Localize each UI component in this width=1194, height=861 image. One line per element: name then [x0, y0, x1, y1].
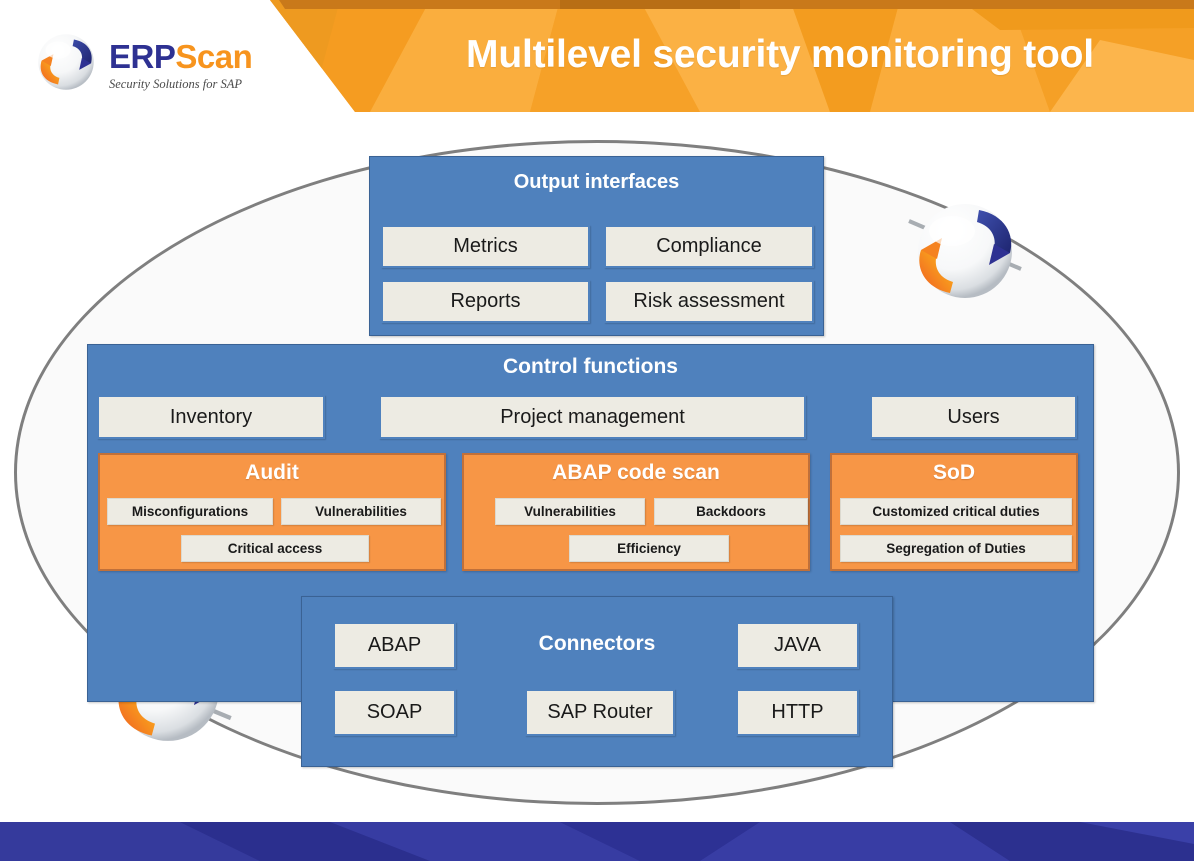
module-sod: SoD Customized critical duties Segregati… — [830, 453, 1078, 571]
module-sod-title: SoD — [933, 461, 975, 484]
module-audit-title: Audit — [245, 461, 299, 484]
cell-soap[interactable]: SOAP — [333, 689, 456, 736]
cell-segregation-of-duties[interactable]: Segregation of Duties — [840, 535, 1072, 562]
module-audit: Audit Misconfigurations Vulnerabilities … — [98, 453, 446, 571]
erpscan-sphere-icon — [905, 195, 1025, 320]
cell-critical-access[interactable]: Critical access — [181, 535, 369, 562]
footer-background — [0, 822, 1194, 861]
cell-reports[interactable]: Reports — [381, 280, 590, 323]
module-abap-code-scan: ABAP code scan Vulnerabilities Backdoors… — [462, 453, 810, 571]
panel-output-interfaces-title: Output interfaces — [513, 171, 680, 193]
cell-http[interactable]: HTTP — [736, 689, 859, 736]
panel-output-interfaces: Output interfaces Metrics Compliance Rep… — [369, 156, 824, 336]
cell-sap-router[interactable]: SAP Router — [525, 689, 675, 736]
page-footer — [0, 822, 1194, 861]
brand-wordmark: ERPScan Security Solutions for SAP — [109, 37, 253, 91]
panel-connectors: Connectors ABAP JAVA SOAP SAP Router HTT… — [301, 596, 893, 767]
cell-compliance[interactable]: Compliance — [604, 225, 814, 268]
brand-name-erp: ERP — [109, 37, 176, 75]
cell-abap[interactable]: ABAP — [333, 622, 456, 669]
panel-control-functions-title: Control functions — [503, 355, 678, 378]
cell-project-management[interactable]: Project management — [379, 395, 806, 439]
erpscan-sphere-icon — [33, 29, 99, 100]
cell-risk-assessment[interactable]: Risk assessment — [604, 280, 814, 323]
panel-connectors-title: Connectors — [538, 632, 656, 655]
cell-vulnerabilities[interactable]: Vulnerabilities — [495, 498, 645, 525]
cell-misconfigurations[interactable]: Misconfigurations — [107, 498, 273, 525]
cell-backdoors[interactable]: Backdoors — [654, 498, 808, 525]
cell-customized-critical-duties[interactable]: Customized critical duties — [840, 498, 1072, 525]
brand-tagline: Security Solutions for SAP — [109, 76, 242, 91]
page-title: Multilevel security monitoring tool — [466, 33, 1094, 76]
cell-vulnerabilities[interactable]: Vulnerabilities — [281, 498, 441, 525]
cell-java[interactable]: JAVA — [736, 622, 859, 669]
cell-metrics[interactable]: Metrics — [381, 225, 590, 268]
cell-inventory[interactable]: Inventory — [97, 395, 325, 439]
brand-name: ERPScan — [109, 37, 253, 75]
cell-users[interactable]: Users — [870, 395, 1077, 439]
brand-name-scan: Scan — [175, 37, 253, 75]
module-abap-code-scan-title: ABAP code scan — [552, 461, 720, 484]
brand-logo: ERPScan Security Solutions for SAP — [33, 28, 295, 100]
cell-efficiency[interactable]: Efficiency — [569, 535, 729, 562]
diagram-stage: Output interfaces Metrics Compliance Rep… — [0, 120, 1194, 810]
